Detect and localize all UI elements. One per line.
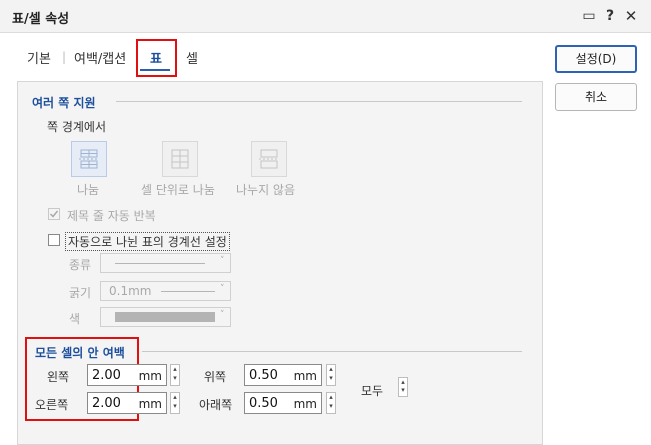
chevron-down-icon: ˅ — [220, 284, 225, 294]
cancel-button[interactable]: 취소 — [555, 83, 637, 111]
repeat-header-label: 제목 줄 자동 반복 — [67, 209, 156, 223]
top-margin-spinner[interactable]: ▴ ▾ — [326, 364, 336, 386]
right-margin-label: 오른쪽 — [35, 398, 69, 412]
help-icon[interactable]: ? — [601, 7, 619, 25]
all-margin-spinner[interactable]: ▴ ▾ — [398, 377, 408, 397]
ok-button[interactable]: 설정(D) — [555, 45, 637, 73]
section-rule — [116, 101, 522, 102]
tab-basic[interactable]: 기본 — [27, 48, 51, 67]
thickness-select[interactable]: 0.1mm ˅ — [100, 281, 231, 301]
color-select[interactable]: ˅ — [100, 307, 231, 327]
close-icon[interactable]: ✕ — [622, 7, 640, 25]
title-bar — [0, 0, 651, 33]
bottom-margin-input[interactable]: 0.50 mm — [244, 392, 322, 414]
window-title: 표/셀 속성 — [12, 12, 70, 27]
chevron-down-icon: ˅ — [220, 310, 225, 320]
thickness-value: 0.1mm — [109, 284, 152, 298]
line-type-select[interactable]: ˅ — [100, 253, 231, 273]
bottom-margin-spinner[interactable]: ▴ ▾ — [326, 392, 336, 414]
section-rule — [142, 351, 522, 352]
left-margin-spinner[interactable]: ▴ ▾ — [170, 364, 180, 386]
split-by-cell-icon[interactable] — [162, 141, 198, 177]
all-margin-label: 모두 — [361, 384, 384, 398]
right-margin-spinner[interactable]: ▴ ▾ — [170, 392, 180, 414]
no-split-icon[interactable] — [251, 141, 287, 177]
no-split-label: 나누지 않음 — [236, 183, 296, 197]
split-table-icon[interactable] — [71, 141, 107, 177]
tab-margin-caption[interactable]: 여백/캡션 — [74, 48, 126, 67]
color-swatch — [115, 312, 215, 322]
split-option-label: 나눔 — [77, 183, 100, 197]
active-tab-indicator — [140, 69, 170, 71]
tab-table[interactable]: 표 — [150, 48, 162, 67]
top-margin-input[interactable]: 0.50 mm — [244, 364, 322, 386]
left-margin-label: 왼쪽 — [47, 370, 70, 384]
tab-cell[interactable]: 셀 — [186, 48, 198, 67]
section-title-split: 여러 쪽 지원 — [32, 96, 96, 110]
line-type-label: 종류 — [69, 258, 92, 272]
thickness-label: 굵기 — [69, 286, 92, 300]
chevron-down-icon: ˅ — [220, 256, 225, 266]
tab-separator: | — [62, 50, 67, 64]
right-margin-input[interactable]: 2.00 mm — [87, 392, 167, 414]
color-label: 색 — [69, 312, 81, 326]
auto-border-label: 자동으로 나뉜 표의 경계선 설정 — [65, 232, 230, 251]
top-margin-label: 위쪽 — [204, 370, 227, 384]
left-margin-input[interactable]: 2.00 mm — [87, 364, 167, 386]
comment-icon[interactable]: ▭ — [580, 7, 598, 25]
repeat-header-checkbox[interactable] — [48, 208, 60, 220]
bottom-margin-label: 아래쪽 — [199, 398, 233, 412]
page-boundary-label: 쪽 경계에서 — [47, 120, 107, 134]
auto-border-checkbox[interactable] — [48, 234, 60, 246]
split-by-cell-label: 셀 단위로 나눔 — [141, 183, 215, 197]
